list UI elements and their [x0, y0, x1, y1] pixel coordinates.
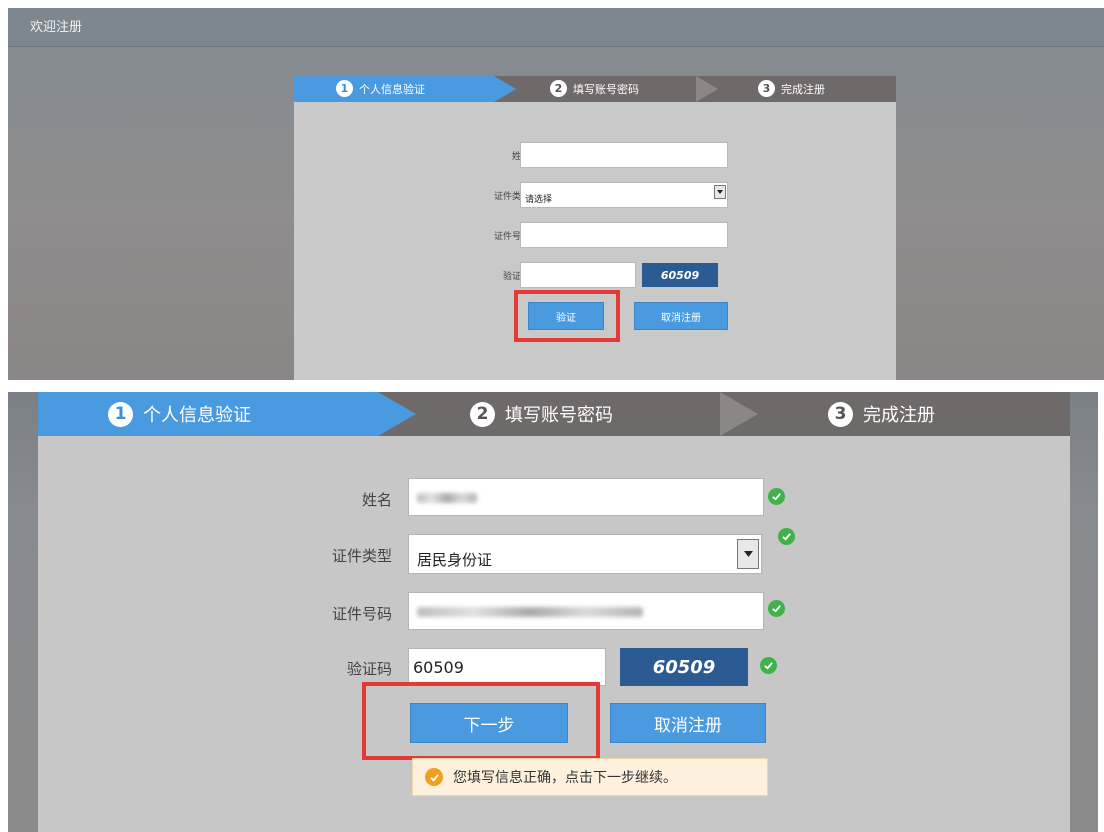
success-tip-text: 您填写信息正确，点击下一步继续。 [453, 770, 677, 786]
step-2-number: 2 [470, 401, 495, 427]
registration-card-zoomed: 1 个人信息验证 2 填写账号密码 3 完成注册 姓名 证件类型 居民身份证 证… [38, 392, 1070, 832]
id-type-select[interactable]: 居民身份证 [408, 534, 762, 574]
step-3-label: 完成注册 [781, 82, 825, 96]
step-arrow [378, 392, 416, 436]
step-bar: 1 个人信息验证 2 填写账号密码 3 完成注册 [38, 392, 1070, 436]
select-arrow-icon[interactable] [714, 185, 726, 199]
id-type-label: 证件类型 [493, 192, 530, 202]
check-circle-icon [760, 657, 777, 674]
redacted-id-number [417, 607, 643, 617]
check-circle-icon [768, 600, 785, 617]
step-arrow [696, 76, 718, 102]
captcha-input[interactable] [520, 262, 636, 288]
highlight-box [514, 290, 620, 342]
check-circle-icon [778, 528, 795, 545]
step-1: 1 个人信息验证 [108, 401, 251, 427]
cancel-button-label: 取消注册 [654, 715, 722, 736]
step-bar: 1 个人信息验证 2 填写账号密码 3 完成注册 [294, 76, 896, 102]
step-3-number: 3 [758, 80, 775, 97]
cancel-button[interactable]: 取消注册 [610, 703, 766, 743]
id-number-input[interactable] [408, 592, 764, 630]
step-1: 1 个人信息验证 [336, 80, 425, 97]
id-type-value: 请选择 [525, 195, 553, 205]
id-number-label: 证件号码 [493, 232, 530, 242]
step-1-label: 个人信息验证 [359, 82, 425, 96]
tip-check-icon [425, 768, 443, 786]
captcha-input-value: 60509 [413, 658, 464, 677]
captcha-image[interactable]: 60509 [642, 263, 718, 287]
id-number-label: 证件号码 [331, 605, 392, 623]
name-input[interactable] [520, 142, 728, 168]
step-2-label: 填写账号密码 [505, 405, 613, 426]
redacted-name [417, 493, 477, 503]
cancel-button-label: 取消注册 [661, 312, 701, 324]
screenshot-bottom: 1 个人信息验证 2 填写账号密码 3 完成注册 姓名 证件类型 居民身份证 证… [8, 392, 1098, 832]
captcha-image[interactable]: 60509 [620, 648, 748, 686]
step-3: 3 完成注册 [758, 80, 825, 97]
name-label: 姓名 [361, 491, 392, 509]
step-2: 2 填写账号密码 [550, 80, 639, 97]
page-title: 欢迎注册 [30, 20, 83, 35]
step-1-label: 个人信息验证 [143, 405, 251, 426]
highlight-box [362, 682, 600, 760]
id-type-select[interactable]: 请选择 [520, 182, 728, 208]
step-3: 3 完成注册 [828, 401, 935, 427]
success-tip: 您填写信息正确，点击下一步继续。 [412, 758, 768, 796]
step-2-label: 填写账号密码 [573, 82, 639, 96]
step-1-number: 1 [336, 80, 353, 97]
captcha-label: 验证码 [502, 272, 530, 282]
captcha-label: 验证码 [346, 660, 392, 678]
page-header: 欢迎注册 [8, 8, 1104, 47]
step-arrow [494, 76, 516, 102]
captcha-input[interactable]: 60509 [408, 648, 606, 686]
id-number-input[interactable] [520, 222, 728, 248]
check-circle-icon [768, 488, 785, 505]
step-arrow [720, 392, 758, 436]
step-2: 2 填写账号密码 [470, 401, 613, 427]
step-2-number: 2 [550, 80, 567, 97]
step-1-number: 1 [108, 401, 133, 427]
step-3-number: 3 [828, 401, 853, 427]
step-3-label: 完成注册 [863, 405, 935, 426]
screenshot-top: 欢迎注册 1 个人信息验证 2 填写账号密码 3 完成注册 姓名 证件类型 [8, 8, 1104, 380]
select-arrow-icon[interactable] [737, 539, 759, 569]
id-type-value: 居民身份证 [417, 551, 493, 569]
cancel-button[interactable]: 取消注册 [634, 302, 728, 330]
id-type-label: 证件类型 [331, 547, 392, 565]
name-input[interactable] [408, 478, 764, 516]
name-label: 姓名 [444, 149, 530, 162]
registration-card: 1 个人信息验证 2 填写账号密码 3 完成注册 姓名 证件类型 请选择 证件号… [294, 76, 896, 380]
